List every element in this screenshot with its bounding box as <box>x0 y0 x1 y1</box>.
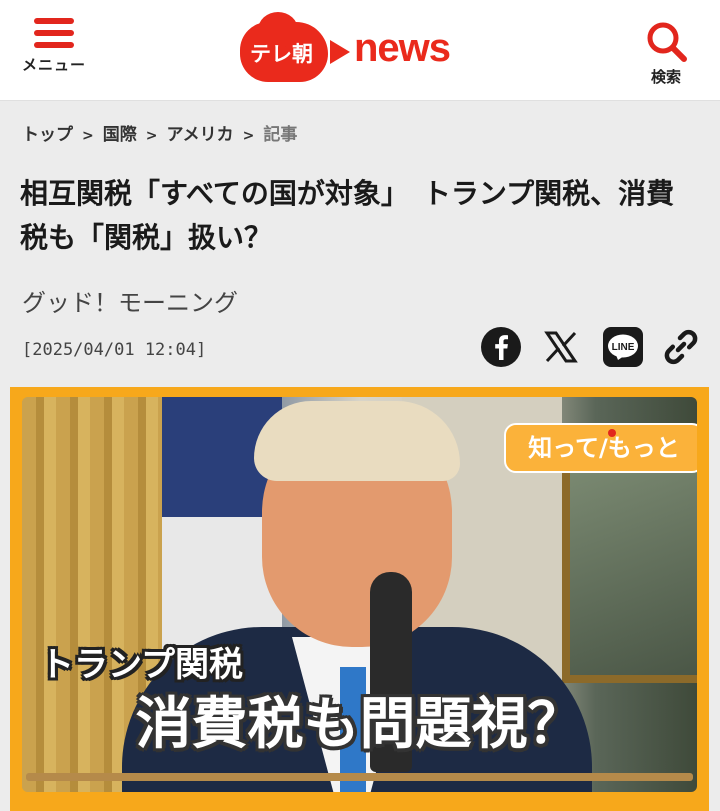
search-label: 検索 <box>650 68 681 86</box>
badge-text: 知って/もっと <box>528 434 680 462</box>
line-icon: LINE <box>603 327 643 367</box>
article-title: 相互関税「すべての国が対象」 トランプ関税、消費税も「関税」扱い？ <box>20 177 675 254</box>
breadcrumb-item-america[interactable]: アメリカ <box>166 125 233 145</box>
breadcrumb-separator: > <box>242 128 255 144</box>
hamburger-icon <box>34 18 74 48</box>
copy-link-button[interactable] <box>660 326 702 368</box>
next-image-edge <box>26 773 693 781</box>
menu-button[interactable]: メニュー <box>14 18 94 94</box>
link-icon <box>664 329 698 365</box>
search-icon <box>647 22 687 62</box>
program-name[interactable]: グッド！モーニング <box>22 283 238 318</box>
shitte-motto-badge: 知って/もっと <box>504 423 697 473</box>
breadcrumb: トップ > 国際 > アメリカ > 記事 <box>22 120 297 145</box>
facebook-share-button[interactable] <box>480 326 522 368</box>
hero-image[interactable]: 知って/もっと トランプ関税 消費税も問題視？ <box>10 387 709 811</box>
menu-label: メニュー <box>21 56 86 74</box>
person-hair <box>254 401 460 481</box>
breadcrumb-item-top[interactable]: トップ <box>22 125 73 145</box>
painting <box>562 457 697 683</box>
badge-dot <box>608 429 616 437</box>
breadcrumb-separator: > <box>145 128 158 144</box>
line-share-button[interactable]: LINE <box>602 326 644 368</box>
logo-news: news <box>354 26 451 70</box>
facebook-icon <box>481 327 521 367</box>
logo-text: テレ朝 <box>250 42 313 66</box>
svg-text:LINE: LINE <box>612 342 635 353</box>
x-icon <box>544 331 578 363</box>
site-logo[interactable]: テレ朝 news <box>240 12 470 86</box>
article-date: [2025/04/01 12:04] <box>22 340 207 360</box>
caption-large: 消費税も問題視？ <box>135 692 584 757</box>
x-share-button[interactable] <box>540 326 582 368</box>
breadcrumb-item-article: 記事 <box>263 125 298 145</box>
site-header: メニュー テレ朝 news 検索 <box>0 0 720 101</box>
play-arrow-icon <box>330 40 350 64</box>
breadcrumb-item-international[interactable]: 国際 <box>103 125 137 145</box>
search-button[interactable]: 検索 <box>634 20 698 96</box>
breadcrumb-separator: > <box>82 128 94 144</box>
